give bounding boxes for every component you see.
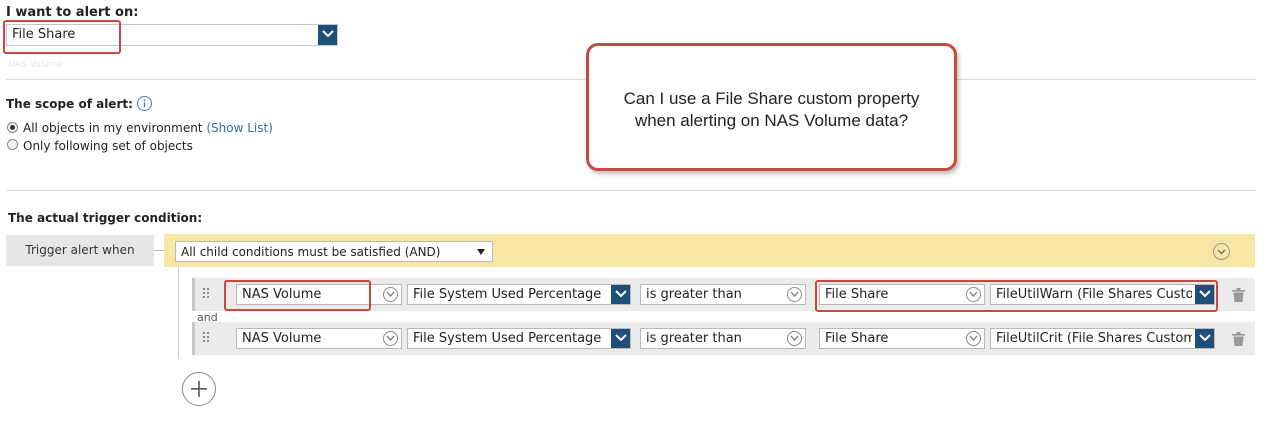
drag-handle-icon[interactable] [203, 332, 211, 344]
trigger-title: The actual trigger condition: [8, 211, 203, 225]
condition-2-field: File System Used Percentage [413, 331, 602, 346]
condition-1-field-select[interactable]: File System Used Percentage [407, 284, 631, 305]
dropdown-circle-icon[interactable] [966, 331, 981, 346]
group-mode-value: All child conditions must be satisfied (… [181, 245, 441, 259]
callout-line-1: Can I use a File Share custom property [623, 89, 920, 108]
dropdown-circle-icon[interactable] [787, 287, 802, 302]
highlight-alert-on [3, 20, 121, 54]
scope-label: The scope of alert: [6, 97, 133, 111]
condition-2-operator-select[interactable]: is greater than [640, 328, 806, 349]
tree-line [178, 267, 179, 359]
alert-on-label: I want to alert on: [6, 5, 139, 20]
scope-option-following: Only following set of objects [23, 139, 193, 153]
condition-1-field-dropdown[interactable] [611, 285, 630, 304]
highlight-condition-1-compare [815, 280, 1218, 312]
callout-line-2: when alerting on NAS Volume data? [634, 111, 909, 130]
scope-radio-all[interactable] [7, 122, 18, 133]
chevron-down-icon [615, 290, 627, 298]
trash-icon[interactable] [1232, 288, 1245, 302]
group-mode-select[interactable]: All child conditions must be satisfied (… [175, 241, 493, 262]
show-list-link[interactable]: (Show List) [206, 121, 273, 135]
condition-2-object-select[interactable]: NAS Volume [236, 328, 402, 349]
group-collapse-button[interactable] [1213, 243, 1230, 260]
question-callout: Can I use a File Share custom property w… [586, 43, 957, 171]
condition-1-operator-select[interactable]: is greater than [640, 284, 806, 305]
scope-radio-following[interactable] [7, 139, 18, 150]
condition-2-field-dropdown[interactable] [611, 329, 630, 348]
condition-2-field-select[interactable]: File System Used Percentage [407, 328, 631, 349]
condition-2-compare-field-dropdown[interactable] [1195, 329, 1214, 348]
chevron-down-icon [322, 30, 334, 38]
scope-option-all: All objects in my environment (Show List… [23, 121, 273, 135]
dropdown-circle-icon[interactable] [383, 331, 398, 346]
plus-icon [191, 381, 207, 397]
chevron-down-icon [615, 334, 627, 342]
chevron-down-icon [1217, 249, 1226, 255]
dropdown-circle-icon[interactable] [787, 331, 802, 346]
condition-2-object: NAS Volume [242, 331, 322, 346]
divider-2 [6, 190, 1256, 191]
faded-option-text: NAS Volume [8, 60, 63, 70]
alert-on-dropdown-button[interactable] [318, 25, 337, 45]
condition-2-compare-field-select[interactable]: FileUtilCrit (File Shares Custom F [990, 328, 1215, 349]
chevron-down-icon [1199, 334, 1211, 342]
highlight-condition-1-object [224, 280, 371, 311]
add-condition-button[interactable] [182, 372, 216, 406]
condition-2-compare-object: File Share [825, 331, 889, 346]
drag-handle-icon[interactable] [203, 288, 211, 300]
dropdown-arrow-icon [477, 249, 485, 255]
condition-2-operator: is greater than [646, 331, 742, 346]
dropdown-circle-icon[interactable] [383, 287, 398, 302]
trash-icon[interactable] [1232, 332, 1245, 346]
condition-1-field: File System Used Percentage [413, 287, 602, 302]
trigger-when-box: Trigger alert when [6, 235, 154, 266]
scope-option-all-label: All objects in my environment [23, 121, 203, 135]
condition-2-compare-field: FileUtilCrit (File Shares Custom F [996, 331, 1192, 346]
condition-1-operator: is greater than [646, 287, 742, 302]
condition-2-compare-object-select[interactable]: File Share [819, 328, 985, 349]
info-icon[interactable] [137, 96, 152, 111]
